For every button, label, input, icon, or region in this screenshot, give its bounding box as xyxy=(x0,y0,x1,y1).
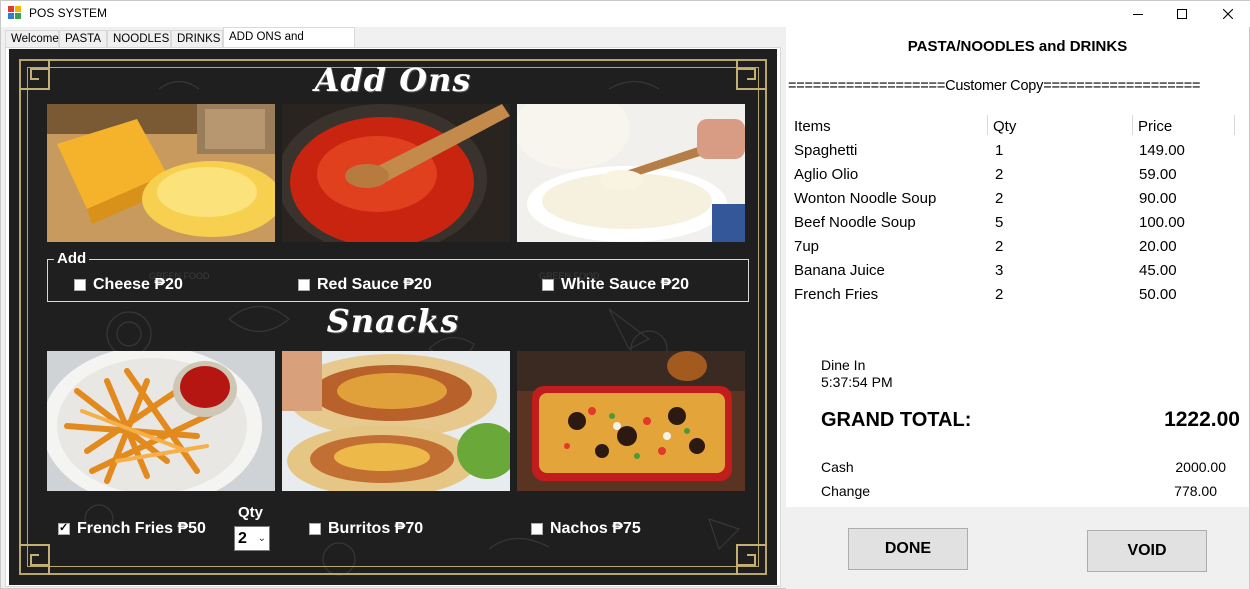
checkbox-box-checked xyxy=(58,521,70,535)
cash-value: 2000.00 xyxy=(1175,459,1226,475)
cheese-checkbox[interactable]: Cheese ₱20 xyxy=(74,276,183,294)
menu-board: GREEN FOOD GREEN FOOD Add Ons Add Cheese… xyxy=(9,49,777,585)
order-time: 5:37:54 PM xyxy=(821,374,893,390)
nachos-image xyxy=(517,351,745,491)
item-qty: 2 xyxy=(995,190,1004,207)
burritos-image xyxy=(282,351,510,491)
french-fries-image xyxy=(47,351,275,491)
checkbox-box xyxy=(309,523,321,535)
title-bar: POS SYSTEM xyxy=(1,1,1250,27)
item-qty: 2 xyxy=(995,238,1004,255)
column-header-items[interactable]: Items xyxy=(794,118,831,135)
item-price: 100.00 xyxy=(1139,214,1185,231)
column-divider xyxy=(1234,115,1235,135)
item-name: French Fries xyxy=(794,286,879,303)
qty-label: Qty xyxy=(238,504,264,521)
maximize-icon xyxy=(1177,9,1187,19)
red-sauce-checkbox[interactable]: Red Sauce ₱20 xyxy=(298,276,432,294)
white-sauce-checkbox[interactable]: White Sauce ₱20 xyxy=(542,276,689,294)
snacks-heading: Snacks xyxy=(326,302,460,340)
nachos-checkbox[interactable]: Nachos ₱75 xyxy=(531,520,641,538)
app-icon xyxy=(8,6,22,20)
change-value: 778.00 xyxy=(1174,483,1217,499)
order-type: Dine In xyxy=(821,357,866,373)
grand-total-label: GRAND TOTAL: xyxy=(821,409,972,431)
item-price: 90.00 xyxy=(1139,190,1177,207)
grand-total-value: 1222.00 xyxy=(1164,408,1240,431)
french-fries-checkbox[interactable]: French Fries ₱50 xyxy=(58,520,206,538)
tab-pasta[interactable]: PASTA xyxy=(59,30,107,48)
item-qty: 1 xyxy=(995,142,1004,159)
column-divider xyxy=(987,115,988,135)
add-group-box: Add Cheese ₱20 Red Sauce ₱20 White Sauce… xyxy=(47,250,749,302)
tab-strip: Welcome PASTA NOODLES DRINKS ADD ONS and… xyxy=(5,27,785,61)
item-name: 7up xyxy=(794,238,820,255)
item-price: 45.00 xyxy=(1139,262,1177,279)
add-group-label: Add xyxy=(54,250,90,267)
cheese-label: Cheese ₱20 xyxy=(93,276,183,293)
receipt-panel: PASTA/NOODLES and DRINKS ===============… xyxy=(786,27,1249,507)
nachos-label: Nachos ₱75 xyxy=(550,520,641,537)
tab-drinks[interactable]: DRINKS xyxy=(171,30,223,48)
maximize-button[interactable] xyxy=(1159,1,1205,27)
red-sauce-label: Red Sauce ₱20 xyxy=(317,276,432,293)
column-header-price[interactable]: Price xyxy=(1138,118,1172,135)
checkbox-box xyxy=(74,279,86,291)
add-ons-heading: Add Ons xyxy=(314,61,472,99)
tab-add-ons-and-snacks[interactable]: ADD ONS and SNACKS xyxy=(223,27,355,61)
cheese-image xyxy=(47,104,275,242)
window-title: POS SYSTEM xyxy=(29,6,108,20)
item-qty: 2 xyxy=(995,286,1004,303)
order-info: Dine In 5:37:54 PM xyxy=(821,357,893,391)
pos-window: POS SYSTEM Welcome PASTA NOODLES DRINKS … xyxy=(0,0,1250,589)
close-icon xyxy=(1223,9,1233,19)
change-label: Change xyxy=(821,483,871,499)
item-price: 149.00 xyxy=(1139,142,1185,159)
minimize-button[interactable] xyxy=(1115,1,1161,27)
item-price: 50.00 xyxy=(1139,286,1177,303)
close-button[interactable] xyxy=(1205,1,1250,27)
item-name: Banana Juice xyxy=(794,262,885,279)
item-qty: 5 xyxy=(995,214,1004,231)
qty-value: 2 xyxy=(238,530,247,547)
item-name: Beef Noodle Soup xyxy=(794,214,916,231)
cash-label: Cash xyxy=(821,459,854,475)
done-button[interactable]: DONE xyxy=(848,528,968,570)
red-sauce-image xyxy=(282,104,510,242)
item-name: Aglio Olio xyxy=(794,166,859,183)
item-qty: 3 xyxy=(995,262,1004,279)
tab-noodles[interactable]: NOODLES xyxy=(107,30,171,48)
burritos-checkbox[interactable]: Burritos ₱70 xyxy=(309,520,423,538)
item-qty: 2 xyxy=(995,166,1004,183)
checkbox-box xyxy=(298,279,310,291)
customer-copy-line: ===================Customer Copy========… xyxy=(788,78,1201,94)
button-bar: DONE VOID xyxy=(786,507,1249,589)
column-divider xyxy=(1132,115,1133,135)
white-sauce-label: White Sauce ₱20 xyxy=(561,276,690,293)
minimize-icon xyxy=(1133,14,1143,15)
french-fries-label: French Fries ₱50 xyxy=(77,520,206,537)
checkbox-box xyxy=(531,523,543,535)
item-price: 59.00 xyxy=(1139,166,1177,183)
receipt-title: PASTA/NOODLES and DRINKS xyxy=(907,38,1128,55)
column-header-qty[interactable]: Qty xyxy=(993,118,1016,135)
item-name: Wonton Noodle Soup xyxy=(794,190,937,207)
void-button[interactable]: VOID xyxy=(1087,530,1207,572)
white-sauce-image xyxy=(517,104,745,242)
burritos-label: Burritos ₱70 xyxy=(328,520,424,537)
chevron-down-icon: ⌄ xyxy=(257,533,266,544)
item-name: Spaghetti xyxy=(794,142,858,159)
qty-dropdown[interactable]: 2 ⌄ xyxy=(234,526,270,551)
checkbox-box xyxy=(542,279,554,291)
tab-welcome[interactable]: Welcome xyxy=(5,30,59,48)
item-price: 20.00 xyxy=(1139,238,1177,255)
